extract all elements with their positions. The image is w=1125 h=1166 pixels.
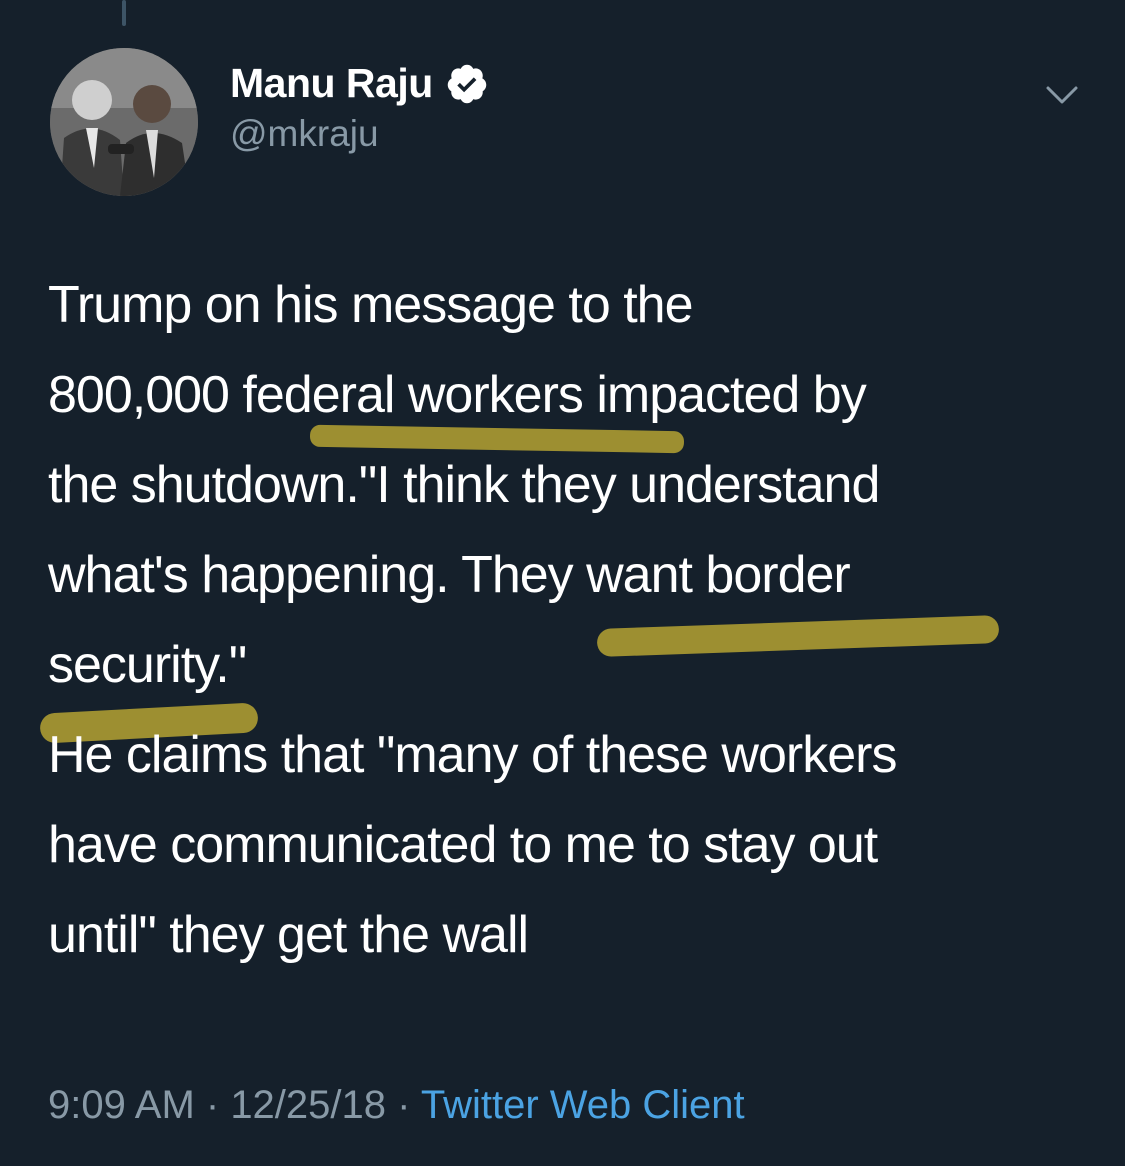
tweet-meta: 9:09 AM · 12/25/18 · Twitter Web Client: [48, 1083, 745, 1128]
tweet-source-link[interactable]: Twitter Web Client: [421, 1083, 745, 1127]
author-handle[interactable]: @mkraju: [230, 113, 379, 155]
tweet-text-line: what's happening. They want border: [48, 546, 851, 604]
tweet-text-line: security.": [48, 636, 247, 694]
tweet-menu-button[interactable]: [1040, 72, 1084, 116]
tweet-text-line: the shutdown."I think they understand: [48, 456, 880, 514]
tweet-text-line: 800,000 federal workers impacted by: [48, 366, 867, 424]
profile-photo-icon: [50, 48, 198, 196]
thread-connector-line: [122, 0, 126, 26]
tweet-text-line: have communicated to me to stay out: [48, 816, 878, 874]
verified-badge-icon: [447, 64, 487, 103]
tweet-time[interactable]: 9:09 AM: [48, 1083, 195, 1127]
author-display-name[interactable]: Manu Raju: [230, 60, 433, 107]
meta-separator: ·: [194, 1083, 231, 1127]
tweet-text-line: until" they get the wall: [48, 906, 529, 964]
chevron-down-icon: [1046, 86, 1078, 104]
tweet-body: Trump on his message to the 800,000 fede…: [48, 260, 1098, 980]
author-name-row[interactable]: Manu Raju: [230, 60, 489, 107]
tweet-text-line: Trump on his message to the: [48, 276, 694, 334]
tweet-text-line: He claims that "many of these workers: [48, 726, 897, 784]
tweet-date[interactable]: 12/25/18: [230, 1083, 386, 1127]
avatar[interactable]: [50, 48, 198, 196]
meta-separator: ·: [386, 1083, 421, 1127]
